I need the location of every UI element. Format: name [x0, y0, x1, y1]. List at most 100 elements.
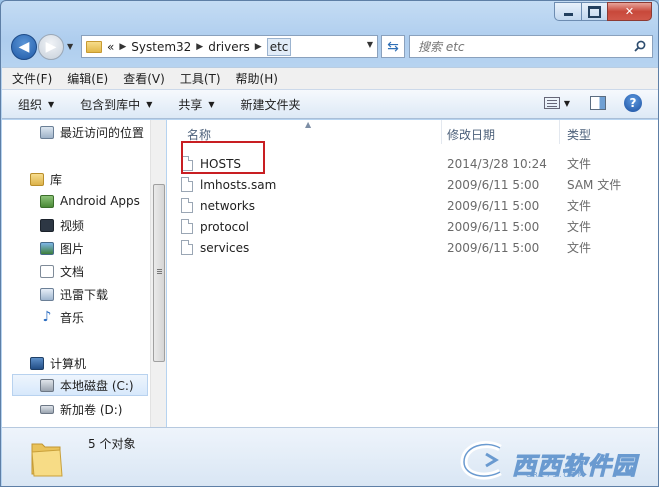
view-controls: ▼ ? — [543, 94, 642, 112]
watermark-subtext: CR173.COM — [526, 471, 586, 479]
chevron-down-icon: ▼ — [48, 99, 55, 109]
column-divider[interactable] — [441, 120, 442, 144]
organize-label: 组织 — [18, 97, 43, 112]
nav-computer[interactable]: 计算机 — [30, 355, 86, 372]
chevron-right-icon[interactable]: ▶ — [255, 42, 262, 52]
nav-library-thunder-downloads[interactable]: 迅雷下载 — [40, 286, 108, 303]
address-dropdown[interactable]: ▼ — [367, 40, 373, 49]
command-bar: 组织 ▼ 包含到库中 ▼ 共享 ▼ 新建文件夹 ▼ ? — [2, 89, 658, 119]
column-date[interactable]: 修改日期 — [447, 126, 495, 143]
nav-library-videos[interactable]: 视频 — [40, 217, 84, 234]
menu-help[interactable]: 帮助(H) — [236, 70, 278, 87]
file-date: 2009/6/11 5:00 — [447, 240, 540, 255]
menu-bar: 文件(F) 编辑(E) 查看(V) 工具(T) 帮助(H) — [2, 67, 658, 89]
menu-edit[interactable]: 编辑(E) — [67, 70, 108, 87]
file-type: SAM 文件 — [567, 178, 622, 192]
computer-icon — [30, 357, 44, 370]
chevron-right-icon[interactable]: ▶ — [196, 42, 203, 52]
address-bar[interactable]: « ▶ System32 ▶ drivers ▶ etc ▼ — [81, 35, 378, 58]
breadcrumb-drivers[interactable]: drivers — [208, 40, 250, 54]
column-type[interactable]: 类型 — [567, 126, 591, 143]
breadcrumb-etc[interactable]: etc — [266, 37, 292, 56]
chevron-down-icon: ▼ — [208, 99, 215, 109]
explorer-window: ✕ ◀ ▶ ▼ « ▶ System32 ▶ drivers ▶ etc ▼ ⇆ — [0, 0, 659, 487]
nav-documents-label: 文档 — [60, 265, 85, 279]
menu-tools[interactable]: 工具(T) — [180, 70, 221, 87]
share-label: 共享 — [178, 97, 203, 112]
menu-view[interactable]: 查看(V) — [123, 70, 165, 87]
nav-library-pictures[interactable]: 图片 — [40, 240, 84, 257]
nav-library-android-apps[interactable]: Android Apps — [40, 194, 140, 208]
breadcrumb-overflow[interactable]: « — [107, 40, 114, 54]
file-icon — [181, 219, 193, 234]
folder-icon — [86, 40, 102, 53]
preview-pane-icon[interactable] — [590, 96, 606, 110]
recent-pages-dropdown[interactable]: ▼ — [67, 42, 73, 51]
music-icon: ♪ — [42, 309, 52, 325]
chevron-down-icon: ▼ — [146, 99, 153, 109]
nav-library-documents[interactable]: 文档 — [40, 263, 84, 280]
documents-icon — [40, 265, 54, 278]
views-dropdown-icon[interactable]: ▼ — [564, 99, 570, 108]
file-icon — [181, 177, 193, 192]
file-icon — [181, 240, 193, 255]
views-icon[interactable] — [543, 97, 560, 109]
menu-file[interactable]: 文件(F) — [12, 70, 52, 87]
minimize-button[interactable] — [554, 2, 581, 21]
scrollbar-thumb[interactable] — [153, 184, 165, 362]
folder-icon — [31, 443, 63, 477]
nav-drive-d-label: 新加卷 (D:) — [60, 403, 123, 417]
back-button[interactable]: ◀ — [11, 34, 37, 60]
nav-recent-places[interactable]: 最近访问的位置 — [40, 124, 144, 141]
nav-computer-label: 计算机 — [50, 357, 87, 371]
pictures-icon — [40, 242, 54, 255]
navigation-pane: 最近访问的位置 库 Android Apps 视频 图片 文档 迅雷下载 ♪ 音… — [2, 120, 166, 427]
nav-library-music[interactable]: ♪ 音乐 — [40, 309, 84, 326]
share-button[interactable]: 共享 ▼ — [178, 96, 214, 113]
file-date: 2014/3/28 10:24 — [447, 156, 547, 171]
sort-ascending-icon: ▲ — [305, 120, 312, 129]
help-icon[interactable]: ? — [624, 94, 642, 112]
breadcrumb-system32[interactable]: System32 — [131, 40, 191, 54]
file-type: 文件 — [567, 241, 592, 255]
maximize-button[interactable] — [581, 2, 607, 21]
nav-drive-c[interactable]: 本地磁盘 (C:) — [12, 374, 148, 396]
file-row-services[interactable]: services 2009/6/11 5:00 文件 — [181, 237, 651, 258]
forward-button[interactable]: ▶ — [38, 34, 64, 60]
hosts-highlight-box — [181, 141, 265, 174]
android-apps-icon — [40, 194, 54, 208]
file-date: 2009/6/11 5:00 — [447, 219, 540, 234]
nav-videos-label: 视频 — [60, 219, 85, 233]
file-row-networks[interactable]: networks 2009/6/11 5:00 文件 — [181, 195, 651, 216]
organize-button[interactable]: 组织 ▼ — [18, 96, 54, 113]
downloads-icon — [40, 288, 54, 301]
file-row-protocol[interactable]: protocol 2009/6/11 5:00 文件 — [181, 216, 651, 237]
search-icon[interactable] — [634, 40, 646, 52]
column-divider[interactable] — [559, 120, 560, 144]
details-pane: 5 个对象 西西软件园 CR173.COM — [2, 427, 658, 486]
file-name: lmhosts.sam — [200, 177, 277, 192]
navigation-scrollbar[interactable] — [150, 120, 166, 427]
nav-pictures-label: 图片 — [60, 242, 85, 256]
refresh-button[interactable]: ⇆ — [381, 35, 405, 58]
close-button[interactable]: ✕ — [607, 2, 652, 21]
chevron-right-icon[interactable]: ▶ — [119, 42, 126, 52]
search-box[interactable] — [409, 35, 653, 58]
recent-places-icon — [40, 126, 54, 139]
nav-drive-c-label: 本地磁盘 (C:) — [60, 378, 134, 393]
include-in-library-button[interactable]: 包含到库中 ▼ — [80, 96, 152, 113]
drive-icon — [40, 378, 54, 392]
refresh-icon: ⇆ — [387, 38, 399, 55]
file-row-lmhosts[interactable]: lmhosts.sam 2009/6/11 5:00 SAM 文件 — [181, 174, 651, 195]
search-input[interactable] — [418, 39, 618, 54]
drive-icon — [40, 405, 54, 414]
nav-android-label: Android Apps — [60, 194, 140, 208]
address-row: ◀ ▶ ▼ « ▶ System32 ▶ drivers ▶ etc ▼ ⇆ — [9, 32, 653, 60]
nav-libraries-label: 库 — [50, 173, 63, 187]
nav-libraries[interactable]: 库 — [30, 171, 62, 188]
library-icon — [30, 173, 44, 186]
nav-drive-d[interactable]: 新加卷 (D:) — [40, 401, 122, 418]
new-folder-button[interactable]: 新建文件夹 — [241, 96, 301, 113]
file-name: networks — [200, 198, 255, 213]
file-date: 2009/6/11 5:00 — [447, 198, 540, 213]
